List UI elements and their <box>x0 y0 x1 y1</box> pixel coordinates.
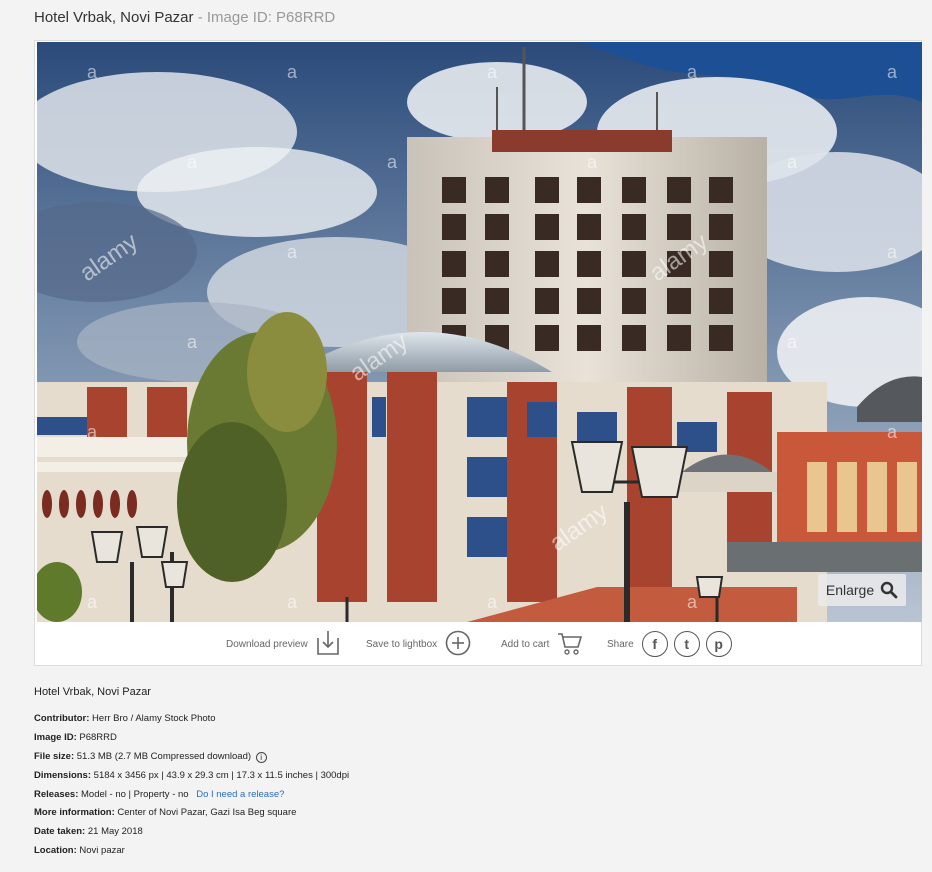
watermark-a: a <box>187 332 198 352</box>
page-title: Hotel Vrbak, Novi Pazar - Image ID: P68R… <box>34 9 335 26</box>
watermark-a: a <box>287 62 298 82</box>
dimensions-value: 5184 x 3456 px | 43.9 x 29.3 cm | 17.3 x… <box>93 769 350 781</box>
image-title: Hotel Vrbak, Novi Pazar <box>34 9 194 26</box>
contributor-value: Herr Bro / Alamy Stock Photo <box>92 713 216 724</box>
watermark-a: a <box>887 422 898 442</box>
detail-more-information: More information: Center of Novi Pazar, … <box>34 806 349 825</box>
more-information-label: More information: <box>34 807 115 819</box>
releases-value: Model - no | Property - no <box>81 788 189 800</box>
save-to-lightbox-button[interactable]: Save to lightbox <box>366 629 471 659</box>
download-preview-label: Download preview <box>226 638 308 650</box>
share-label: Share <box>607 638 634 650</box>
watermark-a: a <box>87 422 98 442</box>
location-label: Location: <box>34 845 77 857</box>
plus-circle-icon <box>445 630 471 659</box>
watermark-a: a <box>87 62 98 82</box>
share-group: Share f t p <box>607 629 732 659</box>
cart-icon <box>557 630 583 659</box>
title-separator: - <box>197 9 203 26</box>
release-help-link[interactable]: Do I need a release? <box>196 789 284 800</box>
watermark-a: a <box>487 62 498 82</box>
location-value: Novi pazar <box>79 845 125 857</box>
download-preview-button[interactable]: Download preview <box>226 629 340 659</box>
detail-contributor: Contributor: Herr Bro / Alamy Stock Phot… <box>34 712 349 731</box>
add-to-cart-button[interactable]: Add to cart <box>501 629 583 659</box>
stock-photo[interactable]: alamy alamy alamy alamy a a a a a a a a … <box>37 42 922 622</box>
watermark-a: a <box>387 152 398 172</box>
watermark-a: a <box>87 592 98 612</box>
image-actions: Download preview Save to lightbox Add to… <box>35 623 921 667</box>
detail-date-taken: Date taken: 21 May 2018 <box>34 825 349 844</box>
enlarge-button[interactable]: Enlarge <box>818 574 906 606</box>
detail-image-id: Image ID: P68RRD <box>34 731 349 750</box>
file-size-label: File size: <box>34 750 75 762</box>
watermark-a: a <box>287 592 298 612</box>
info-icon[interactable]: i <box>255 751 267 763</box>
facebook-icon[interactable]: f <box>641 631 668 657</box>
download-icon <box>316 630 340 659</box>
more-information-value: Center of Novi Pazar, Gazi Isa Beg squar… <box>117 807 297 819</box>
watermark-a: a <box>787 152 798 172</box>
image-id-value: P68RRD <box>79 731 117 743</box>
releases-label: Releases: <box>34 788 79 800</box>
watermark-a: a <box>887 62 898 82</box>
watermark-a: a <box>287 242 298 262</box>
detail-location: Location: Novi pazar <box>34 844 349 863</box>
image-card: alamy alamy alamy alamy a a a a a a a a … <box>34 40 922 666</box>
file-size-value: 51.3 MB (2.7 MB Compressed download) <box>76 750 252 762</box>
watermark-a: a <box>787 332 798 352</box>
twitter-icon[interactable]: t <box>673 631 700 657</box>
watermark-a: a <box>187 152 198 172</box>
image-id-label: Image ID: <box>34 731 77 743</box>
watermark-a: a <box>887 242 898 262</box>
watermark-a: a <box>687 592 698 612</box>
add-to-cart-label: Add to cart <box>501 638 550 650</box>
date-taken-label: Date taken: <box>34 826 86 838</box>
image-id-heading: Image ID: P68RRD <box>206 9 336 26</box>
enlarge-label: Enlarge <box>825 582 875 598</box>
detail-releases: Releases: Model - no | Property - no Do … <box>34 788 349 807</box>
detail-dimensions: Dimensions: 5184 x 3456 px | 43.9 x 29.3… <box>34 769 349 788</box>
contributor-label: Contributor: <box>34 713 90 724</box>
dimensions-label: Dimensions: <box>34 769 92 781</box>
save-to-lightbox-label: Save to lightbox <box>366 638 438 650</box>
watermark-a: a <box>487 592 498 612</box>
image-details: Contributor: Herr Bro / Alamy Stock Phot… <box>34 712 349 863</box>
image-caption: Hotel Vrbak, Novi Pazar <box>34 686 151 698</box>
watermark-a: a <box>687 62 698 82</box>
pinterest-icon[interactable]: p <box>705 631 732 657</box>
search-icon <box>880 581 898 599</box>
date-taken-value: 21 May 2018 <box>87 826 143 838</box>
watermark-a: a <box>587 152 598 172</box>
detail-file-size: File size: 51.3 MB (2.7 MB Compressed do… <box>34 750 349 769</box>
